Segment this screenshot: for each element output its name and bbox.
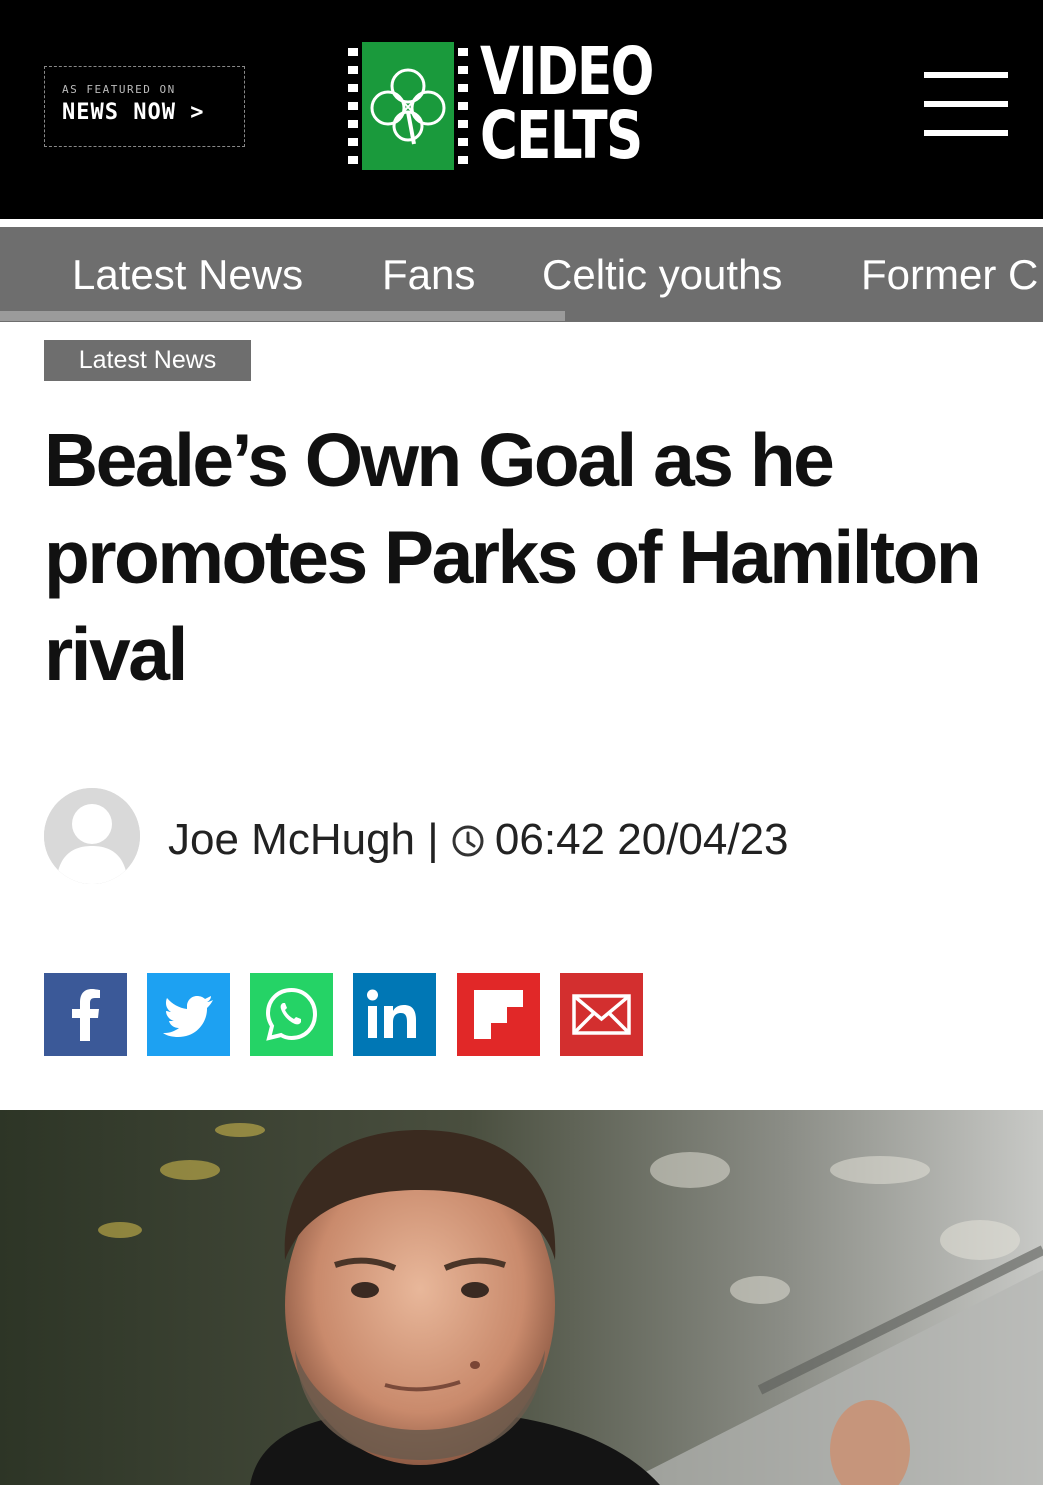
logo-line-2: CELTS	[480, 97, 643, 174]
site-logo[interactable]: VIDEO CELTS	[344, 39, 654, 172]
author-meta: Joe McHugh | 06:42 20/04/23	[168, 815, 789, 865]
news-now-badge-caption: AS FEATURED ON	[62, 83, 176, 96]
nav-scroll-indicator[interactable]	[0, 311, 565, 321]
whatsapp-icon	[250, 973, 333, 1056]
share-twitter-button[interactable]	[147, 973, 230, 1056]
news-now-badge[interactable]: AS FEATURED ON NEWS NOW >	[44, 66, 245, 147]
hamburger-menu-icon[interactable]	[924, 72, 1008, 136]
nav-item-former-celtic[interactable]: Former C	[861, 251, 1038, 299]
flipboard-icon	[457, 973, 540, 1056]
email-icon	[560, 973, 643, 1056]
category-tag[interactable]: Latest News	[44, 340, 251, 381]
logo-line-1: VIDEO	[480, 33, 654, 110]
publish-timestamp: 06:42 20/04/23	[494, 815, 789, 864]
category-nav: Latest News Fans Celtic youths Former C	[0, 227, 1043, 322]
logo-wordmark: VIDEO CELTS	[480, 33, 654, 174]
clover-film-icon	[344, 42, 472, 170]
twitter-icon	[147, 973, 230, 1056]
share-whatsapp-button[interactable]	[250, 973, 333, 1056]
article-hero-image[interactable]	[0, 1110, 1043, 1485]
site-header: AS FEATURED ON NEWS NOW > VIDEO CELTS	[0, 0, 1043, 219]
article-headline: Beale’s Own Goal as he promotes Parks of…	[44, 418, 982, 696]
nav-item-fans[interactable]: Fans	[382, 251, 475, 299]
linkedin-icon	[353, 973, 436, 1056]
share-facebook-button[interactable]	[44, 973, 127, 1056]
facebook-icon	[44, 973, 127, 1056]
news-now-badge-label: NEWS NOW >	[62, 100, 205, 125]
author-avatar[interactable]	[44, 788, 140, 884]
clock-icon	[451, 819, 485, 857]
share-flipboard-button[interactable]	[457, 973, 540, 1056]
nav-item-latest-news[interactable]: Latest News	[72, 251, 303, 299]
share-email-button[interactable]	[560, 973, 643, 1056]
nav-item-celtic-youths[interactable]: Celtic youths	[542, 251, 782, 299]
meta-separator: |	[427, 815, 439, 864]
author-name[interactable]: Joe McHugh	[168, 815, 415, 864]
share-linkedin-button[interactable]	[353, 973, 436, 1056]
